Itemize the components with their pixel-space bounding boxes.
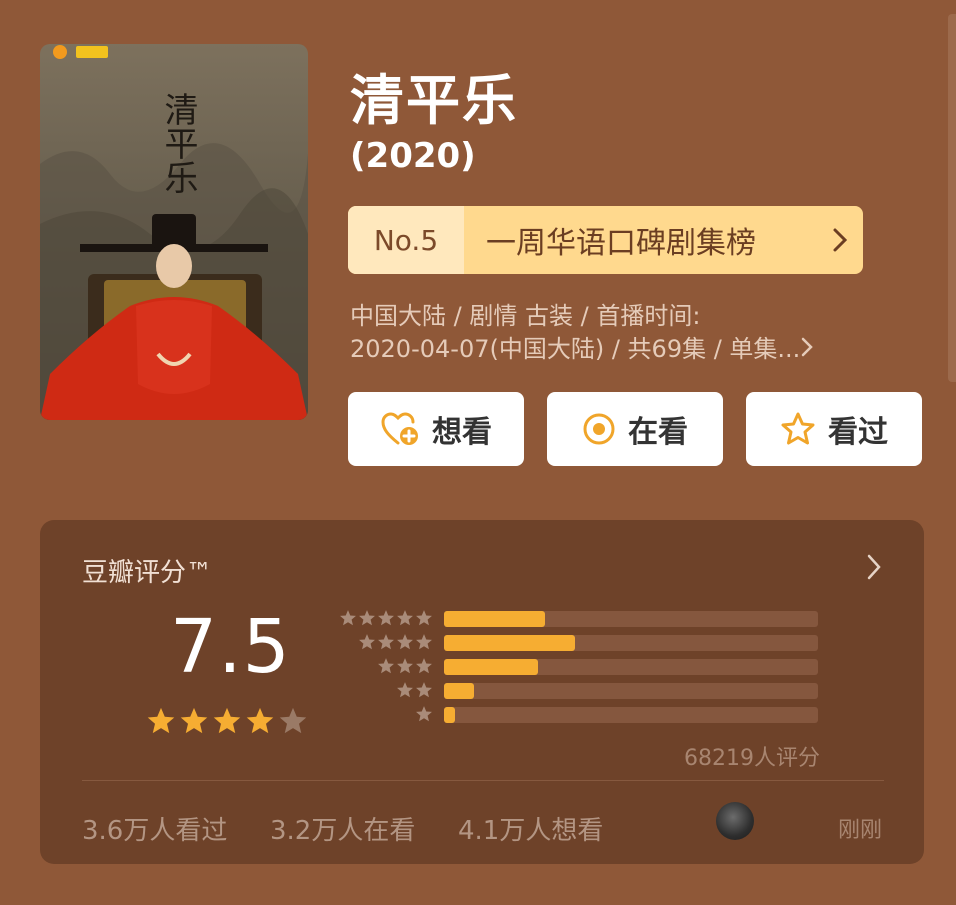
star-small-icon [416, 706, 432, 722]
page-title: 清平乐 [350, 69, 518, 132]
radio-dot-icon [583, 413, 615, 445]
show-meta[interactable]: 中国大陆 / 剧情 古装 / 首播时间: 2020-04-07(中国大陆) / … [350, 300, 910, 367]
rating-bar-track [444, 683, 818, 699]
rating-bar-row-1 [338, 704, 858, 724]
want-to-watch-button[interactable]: 想看 [348, 392, 524, 466]
rating-bar-track [444, 659, 818, 675]
chevron-right-icon [866, 553, 882, 585]
rating-bar-fill [444, 683, 474, 699]
divider [82, 780, 884, 781]
star-small-icon [416, 610, 432, 626]
rating-card[interactable]: 豆瓣评分™ 7.5 68219人评分 3.6万人看过 3.2万人在看 4.1万人… [40, 520, 924, 864]
star-filled-icon [246, 707, 274, 734]
star-small-icon [397, 634, 413, 650]
poster-image[interactable]: 清平乐 [40, 44, 308, 420]
rating-stars [146, 706, 308, 736]
bar-stars [339, 609, 433, 627]
rank-label: 一周华语口碑剧集榜 [486, 226, 756, 261]
rank-number: No.5 [348, 206, 464, 274]
rating-count: 68219人评分 [684, 746, 820, 771]
want-count: 4.1万人想看 [458, 816, 604, 846]
bar-stars [396, 681, 433, 699]
chevron-right-icon [800, 334, 814, 367]
heart-plus-icon [381, 412, 418, 445]
star-filled-icon [213, 707, 241, 734]
star-small-icon [397, 658, 413, 674]
rating-bar-row-3 [338, 656, 858, 676]
star-small-icon [378, 658, 394, 674]
star-filled-icon [147, 707, 175, 734]
star-small-icon [378, 610, 394, 626]
star-small-icon [359, 610, 375, 626]
star-small-icon [378, 634, 394, 650]
meta-line-1: 中国大陆 / 剧情 古装 / 首播时间: [350, 302, 701, 330]
bar-stars [415, 705, 433, 723]
rating-bar-row-4 [338, 632, 858, 652]
watched-button[interactable]: 看过 [746, 392, 922, 466]
scroll-indicator[interactable] [948, 14, 956, 382]
bar-stars [358, 633, 433, 651]
watching-count: 3.2万人在看 [270, 816, 416, 846]
rating-bar-fill [444, 659, 538, 675]
want-to-watch-label: 想看 [432, 415, 492, 450]
star-empty-icon [279, 707, 307, 734]
star-outline-icon [781, 412, 815, 445]
rating-bar-row-2 [338, 680, 858, 700]
release-year: (2020) [350, 136, 476, 176]
watched-label: 看过 [828, 415, 888, 450]
rating-score: 7.5 [170, 604, 291, 690]
star-small-icon [416, 634, 432, 650]
poster-title-text: 清平乐 [158, 92, 198, 194]
rating-title: 豆瓣评分™ [82, 558, 213, 588]
rank-banner[interactable]: No.5 一周华语口碑剧集榜 [348, 206, 863, 274]
star-small-icon [416, 682, 432, 698]
rating-bar-track [444, 611, 818, 627]
star-small-icon [397, 682, 413, 698]
star-small-icon [416, 658, 432, 674]
star-filled-icon [180, 707, 208, 734]
bar-stars [377, 657, 433, 675]
watched-count: 3.6万人看过 [82, 816, 228, 846]
rating-bar-fill [444, 707, 455, 723]
recent-activity-time: 刚刚 [837, 818, 882, 843]
rating-bar-track [444, 707, 818, 723]
rating-bar-track [444, 635, 818, 651]
watching-label: 在看 [628, 415, 688, 450]
star-small-icon [359, 634, 375, 650]
rating-bar-fill [444, 611, 545, 627]
rating-bar-row-5 [338, 608, 858, 628]
rating-bar-fill [444, 635, 575, 651]
watching-button[interactable]: 在看 [547, 392, 723, 466]
star-small-icon [397, 610, 413, 626]
avatar[interactable] [716, 802, 754, 840]
meta-line-2: 2020-04-07(中国大陆) / 共69集 / 单集... [350, 335, 801, 363]
chevron-right-icon [817, 206, 863, 274]
star-small-icon [340, 610, 356, 626]
